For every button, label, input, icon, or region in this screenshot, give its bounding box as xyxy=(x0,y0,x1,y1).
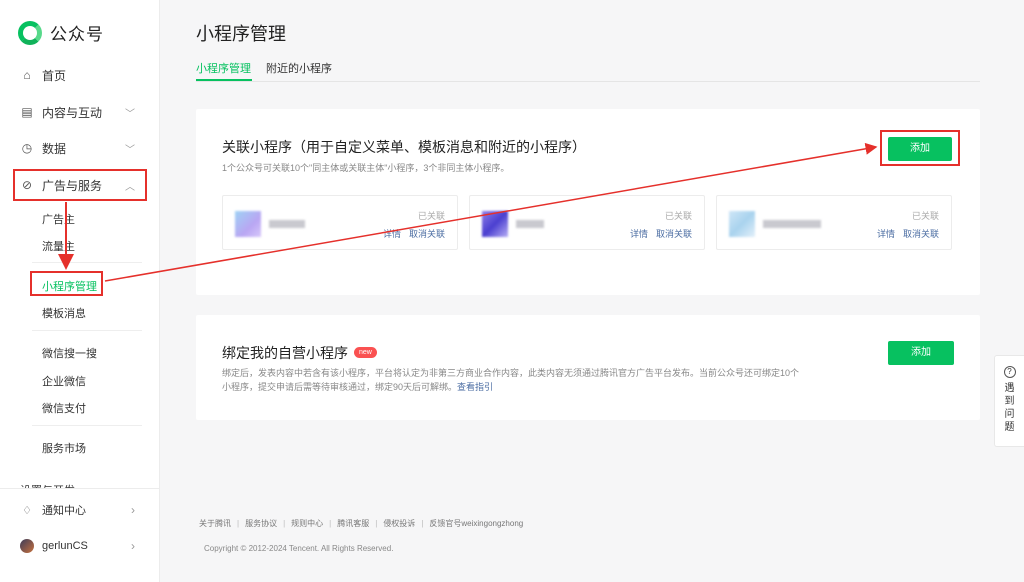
footer-link[interactable]: 规则中心 xyxy=(291,519,323,528)
annotation-box-add-button xyxy=(880,130,960,166)
tab-miniprogram-manage[interactable]: 小程序管理 xyxy=(196,60,251,76)
document-icon: ▤ xyxy=(21,105,33,119)
bell-icon: ♢ xyxy=(22,504,32,517)
sidebar-item-label: 数据 xyxy=(42,141,67,156)
help-label-char: 遇 xyxy=(1004,383,1015,394)
chevron-down-icon: ﹀ xyxy=(125,144,135,156)
divider xyxy=(32,425,142,426)
miniprogram-avatar xyxy=(729,211,755,237)
unlink-link[interactable]: 取消关联 xyxy=(656,229,692,239)
detail-link[interactable]: 详情 xyxy=(877,229,895,239)
sidebar-sub-template-msg[interactable]: 模板消息 xyxy=(42,305,86,321)
link-status: 已关联 xyxy=(911,211,939,221)
miniprogram-avatar xyxy=(482,211,508,237)
divider xyxy=(32,262,142,263)
sidebar-sub-wechat-pay[interactable]: 微信支付 xyxy=(42,400,86,416)
sidebar-item-label: 首页 xyxy=(42,68,67,83)
linked-miniprogram-card: 关联小程序（用于自定义菜单、模板消息和附近的小程序） 1个公众号可关联10个"同… xyxy=(196,109,980,295)
footer-link[interactable]: 关于腾讯 xyxy=(199,519,231,528)
linked-miniprogram-item[interactable]: 已关联 详情 取消关联 xyxy=(469,195,705,250)
divider xyxy=(0,488,160,489)
link-status: 已关联 xyxy=(664,211,692,221)
linked-miniprogram-item[interactable]: 已关联 详情 取消关联 xyxy=(716,195,952,250)
linked-miniprogram-item[interactable]: 已关联 详情 取消关联 xyxy=(222,195,458,250)
miniprogram-name-redacted xyxy=(516,220,544,228)
sidebar-item-label: 通知中心 xyxy=(42,505,86,517)
guide-link[interactable]: 查看指引 xyxy=(457,382,493,392)
item-actions: 详情 取消关联 xyxy=(622,227,692,240)
help-float-button[interactable]: ? 遇 到 问 题 xyxy=(994,355,1024,447)
page-title: 小程序管理 xyxy=(196,24,286,44)
new-badge: new xyxy=(354,346,377,358)
app-name: 公众号 xyxy=(50,25,104,44)
clock-icon: ◷ xyxy=(21,141,33,155)
miniprogram-name-redacted xyxy=(763,220,821,228)
tab-active-indicator xyxy=(196,79,252,81)
card-title: 绑定我的自营小程序 new xyxy=(222,343,377,363)
sidebar-item-content[interactable]: ▤ 内容与互动 ﹀ xyxy=(20,102,140,122)
card-description: 1个公众号可关联10个"同主体或关联主体"小程序，3个非同主体小程序。 xyxy=(222,163,510,173)
footer-link[interactable]: 反馈官号weixingongzhong xyxy=(429,519,523,528)
avatar xyxy=(20,539,34,553)
sidebar-item-label: 内容与互动 xyxy=(42,105,103,120)
sidebar-sub-advertiser[interactable]: 广告主 xyxy=(42,211,75,227)
description-line: 绑定后，发表内容中若含有该小程序，平台将认定为非第三方商业合作内容，此类内容无须… xyxy=(222,368,800,378)
sidebar-item-user[interactable]: gerlunCS › xyxy=(20,536,140,556)
footer-link[interactable]: 侵权投诉 xyxy=(383,519,415,528)
miniprogram-name-redacted xyxy=(269,220,305,228)
card-description: 绑定后，发表内容中若含有该小程序，平台将认定为非第三方商业合作内容，此类内容无须… xyxy=(222,366,799,394)
link-status: 已关联 xyxy=(417,211,445,221)
item-actions: 详情 取消关联 xyxy=(869,227,939,240)
description-line: 小程序，提交申请后需等待审核通过，绑定90天后可解绑。 xyxy=(222,382,458,392)
help-label-char: 题 xyxy=(1004,422,1015,433)
sidebar-sub-service-market[interactable]: 服务市场 xyxy=(42,440,86,456)
sidebar-sub-publisher[interactable]: 流量主 xyxy=(42,238,75,254)
sidebar-item-home[interactable]: ⌂ 首页 xyxy=(20,65,140,85)
sidebar-sub-search[interactable]: 微信搜一搜 xyxy=(42,345,97,361)
annotation-box-ads-services xyxy=(13,169,147,201)
wechat-official-logo-icon xyxy=(18,20,42,45)
sidebar-item-notifications[interactable]: ♢ 通知中心 › xyxy=(20,500,140,520)
help-label-char: 到 xyxy=(1004,396,1015,407)
footer-links: 关于腾讯 | 服务协议 | 规则中心 | 腾讯客服 | 侵权投诉 | 反馈官号weixingongz… xyxy=(199,519,524,528)
copyright: Copyright © 2012-2024 Tencent. All Right… xyxy=(204,544,394,553)
chevron-right-icon: › xyxy=(131,503,135,517)
detail-link[interactable]: 详情 xyxy=(383,229,401,239)
unlink-link[interactable]: 取消关联 xyxy=(409,229,445,239)
card-title-text: 绑定我的自营小程序 xyxy=(222,345,348,361)
card-title: 关联小程序（用于自定义菜单、模板消息和附近的小程序） xyxy=(222,139,586,155)
own-miniprogram-card: 绑定我的自营小程序 new 绑定后，发表内容中若含有该小程序，平台将认定为非第三方… xyxy=(196,315,980,420)
miniprogram-avatar xyxy=(235,211,261,237)
tab-bar: 小程序管理 附近的小程序 xyxy=(196,58,980,82)
add-own-button[interactable]: 添加 xyxy=(888,341,954,365)
item-actions: 详情 取消关联 xyxy=(375,227,445,240)
sidebar-item-data[interactable]: ◷ 数据 ﹀ xyxy=(20,138,140,158)
detail-link[interactable]: 详情 xyxy=(630,229,648,239)
chevron-down-icon: ﹀ xyxy=(125,108,135,120)
footer-link[interactable]: 腾讯客服 xyxy=(337,519,369,528)
question-icon: ? xyxy=(1003,366,1016,378)
footer-link[interactable]: 服务协议 xyxy=(245,519,277,528)
tab-nearby-miniprogram[interactable]: 附近的小程序 xyxy=(266,60,332,76)
divider xyxy=(32,330,142,331)
user-name: gerlunCS xyxy=(42,540,88,552)
annotation-box-miniprogram xyxy=(30,271,103,296)
home-icon: ⌂ xyxy=(23,68,31,82)
sidebar-sub-wecom[interactable]: 企业微信 xyxy=(42,373,86,389)
chevron-right-icon: › xyxy=(131,539,135,553)
unlink-link[interactable]: 取消关联 xyxy=(903,229,939,239)
logo[interactable]: 公众号 xyxy=(18,20,104,45)
description-line-2: 小程序，提交申请后需等待审核通过，绑定90天后可解绑。查看指引 xyxy=(222,380,799,394)
help-label-char: 问 xyxy=(1004,409,1015,420)
